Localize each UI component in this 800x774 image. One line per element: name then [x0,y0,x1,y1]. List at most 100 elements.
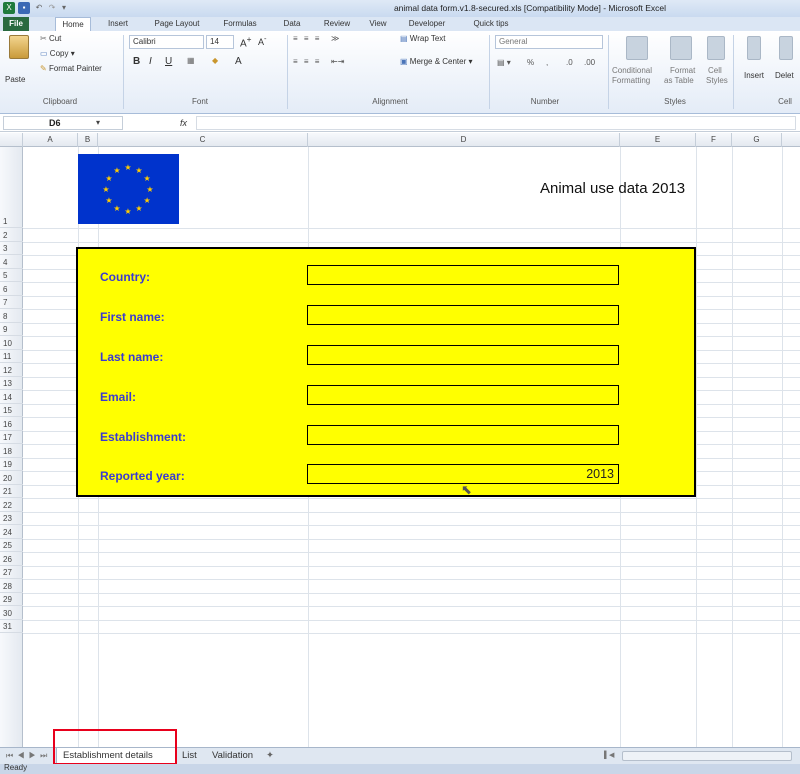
row-header[interactable]: 7 [0,296,23,309]
name-box[interactable]: D6 ▾ [3,116,123,130]
row-header[interactable]: 23 [0,512,23,525]
column-header-a[interactable]: A [23,133,78,147]
form-field-input[interactable] [307,305,619,325]
row-header[interactable]: 5 [0,269,23,282]
redo-icon[interactable]: ↷ [46,2,58,14]
insert-sheet-icon[interactable]: ✦ [266,748,274,764]
tab-quick-tips[interactable]: Quick tips [466,17,516,31]
delete-cells-icon[interactable] [779,36,793,60]
row-header[interactable]: 1 [0,147,23,228]
select-all-corner[interactable] [0,133,23,147]
tab-view[interactable]: View [363,17,393,31]
row-header[interactable]: 21 [0,485,23,498]
form-field-input[interactable] [307,385,619,405]
cell-styles-label[interactable]: Cell [708,66,722,75]
horizontal-scrollbar[interactable] [622,751,792,761]
column-header-b[interactable]: B [78,133,98,147]
column-header-g[interactable]: G [732,133,782,147]
font-color-icon[interactable]: A [235,56,242,67]
insert-cells-icon[interactable] [747,36,761,60]
undo-icon[interactable]: ↶ [33,2,45,14]
form-field-input[interactable] [307,345,619,365]
fill-color-icon[interactable]: ◆ [212,56,218,65]
format-painter-button[interactable]: ✎ Format Painter [40,64,102,73]
row-header[interactable]: 31 [0,620,23,633]
name-box-dropdown-icon[interactable]: ▾ [96,118,100,127]
conditional-formatting-icon[interactable] [626,36,648,60]
row-header[interactable]: 19 [0,458,23,471]
top-align-icons[interactable]: ≡ ≡ ≡ [293,34,321,43]
row-header[interactable]: 15 [0,404,23,417]
row-header[interactable]: 12 [0,363,23,377]
form-field-input[interactable] [307,265,619,285]
row-header[interactable]: 10 [0,336,23,350]
form-field-input[interactable]: 2013 [307,464,619,484]
row-header[interactable]: 4 [0,255,23,269]
indent-icons[interactable]: ⇤⇥ [331,57,344,66]
form-field-input[interactable] [307,425,619,445]
save-icon[interactable]: ▪ [18,2,30,14]
merge-center-button[interactable]: ▣ Merge & Center ▾ [400,57,473,66]
decrease-decimal-icon[interactable]: .00 [584,58,595,67]
sheet-tab-list[interactable]: List [180,748,204,764]
row-header[interactable]: 16 [0,417,23,431]
row-header[interactable]: 2 [0,228,23,242]
bold-button[interactable]: B [133,56,140,67]
number-format-select[interactable]: General [495,35,603,49]
row-header[interactable]: 22 [0,498,23,512]
cell-styles-label-2[interactable]: Styles [706,76,728,85]
column-header-f[interactable]: F [696,133,732,147]
tab-page-layout[interactable]: Page Layout [144,17,210,31]
format-as-table-label-2[interactable]: as Table [664,76,694,85]
underline-button[interactable]: U [165,56,172,67]
grow-font-icon[interactable]: A+ [240,34,252,49]
row-header[interactable]: 26 [0,552,23,566]
orientation-icon[interactable]: ≫ [331,34,339,43]
insert-cells-button[interactable]: Insert [744,71,764,80]
row-header[interactable]: 13 [0,377,23,390]
row-header[interactable]: 3 [0,242,23,255]
sheet-tab-validation[interactable]: Validation [212,748,260,764]
row-header[interactable]: 20 [0,471,23,485]
column-header-d[interactable]: D [308,133,620,147]
currency-icon[interactable]: ▤ ▾ [497,58,511,67]
tab-data[interactable]: Data [277,17,307,31]
row-header[interactable]: 18 [0,444,23,458]
tab-file[interactable]: File [3,17,29,31]
shrink-font-icon[interactable]: A- [258,34,267,47]
increase-decimal-icon[interactable]: .0 [566,58,573,67]
italic-button[interactable]: I [149,56,152,67]
wrap-text-button[interactable]: ▤ Wrap Text [400,34,446,43]
row-header[interactable]: 11 [0,350,23,363]
conditional-formatting-label[interactable]: Conditional [612,66,652,75]
conditional-formatting-label-2[interactable]: Formatting [612,76,650,85]
cut-button[interactable]: ✂ Cut [40,34,61,43]
font-size-select[interactable]: 14 [206,35,234,49]
copy-button[interactable]: ▭ Copy ▾ [40,49,75,58]
row-header[interactable]: 28 [0,579,23,593]
comma-icon[interactable]: , [546,58,548,67]
row-header[interactable]: 6 [0,282,23,296]
paste-button[interactable]: Paste [5,75,25,84]
row-header[interactable]: 14 [0,390,23,404]
row-header[interactable]: 30 [0,606,23,620]
row-header[interactable]: 27 [0,566,23,579]
delete-cells-button[interactable]: Delet [775,71,794,80]
row-header[interactable]: 29 [0,593,23,606]
row-header[interactable]: 8 [0,309,23,323]
format-as-table-label[interactable]: Format [670,66,695,75]
row-header[interactable]: 25 [0,539,23,552]
tab-formulas[interactable]: Formulas [215,17,265,31]
tab-home[interactable]: Home [55,17,91,31]
format-as-table-icon[interactable] [670,36,692,60]
horizontal-scroll-left-icon[interactable]: ▌◀ [604,748,614,764]
sheet-nav-arrows-icon[interactable]: ⏮ ◀ ▶ ⏭ [6,748,48,764]
borders-icon[interactable]: ▦ [187,56,195,65]
tab-review[interactable]: Review [317,17,357,31]
row-header[interactable]: 9 [0,323,23,336]
tab-insert[interactable]: Insert [101,17,135,31]
text-align-icons[interactable]: ≡ ≡ ≡ [293,57,321,66]
tab-developer[interactable]: Developer [401,17,453,31]
percent-icon[interactable]: % [527,58,534,67]
row-header[interactable]: 24 [0,525,23,539]
